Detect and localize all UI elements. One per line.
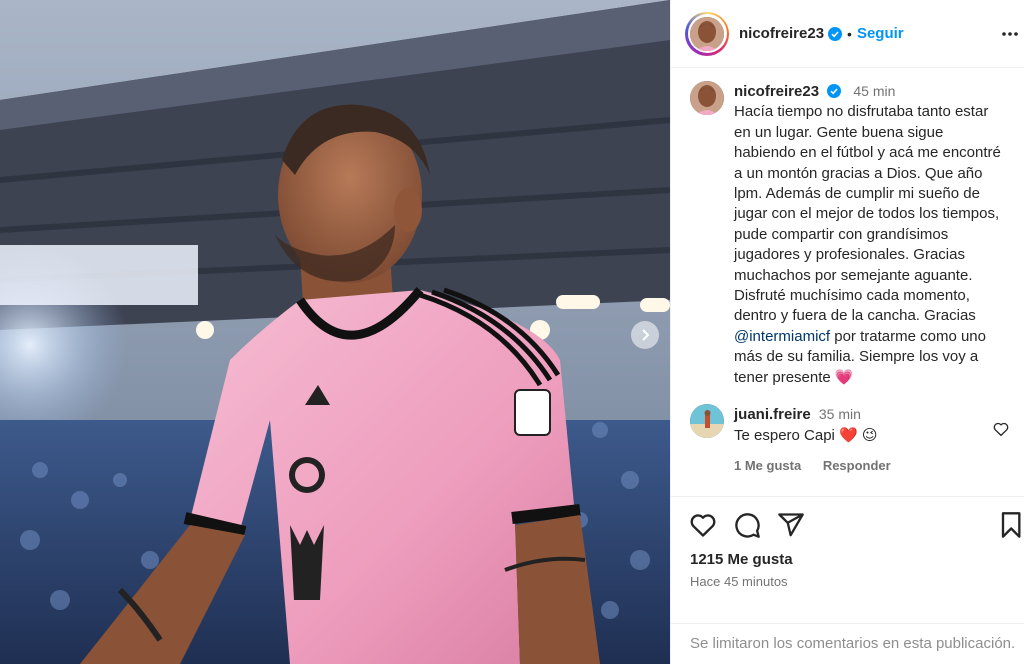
post-timestamp[interactable]: Hace 45 minutos <box>690 574 1024 589</box>
follow-button[interactable]: Seguir <box>857 25 904 42</box>
post-image <box>0 0 670 664</box>
author-avatar-story-ring[interactable] <box>685 11 729 56</box>
post-actions: 1215 Me gusta Hace 45 minutos Se limitar… <box>671 496 1024 664</box>
reply-button[interactable]: Responder <box>823 458 891 473</box>
avatar[interactable] <box>690 404 724 439</box>
comment-text: Te espero Capi ❤️ 😉 <box>734 426 878 444</box>
comment-username[interactable]: juani.freire <box>734 406 811 423</box>
comments-limited-notice: Se limitaron los comentarios en esta pub… <box>671 623 1024 664</box>
heart-icon[interactable] <box>689 511 717 539</box>
verified-icon <box>827 84 842 98</box>
post-photo <box>0 0 670 664</box>
caption-text-part: Hacía tiempo no disfrutaba tanto estar e… <box>734 103 1001 325</box>
next-slide-button[interactable] <box>631 321 659 349</box>
verified-icon <box>828 26 843 41</box>
like-comment-heart-icon[interactable] <box>992 420 1010 438</box>
avatar <box>690 16 724 51</box>
comment-item: juani.freire 35 min Te espero Capi ❤️ 😉 … <box>671 388 1024 476</box>
likes-count[interactable]: 1215 Me gusta <box>690 551 1024 568</box>
comments-list[interactable]: nicofreire23 45 min Hacía tiempo no disf… <box>671 69 1024 491</box>
comment-likes[interactable]: 1 Me gusta <box>734 458 801 473</box>
share-icon[interactable] <box>777 511 805 539</box>
post-details-panel: nicofreire23 • Seguir nicofreire23 45 mi… <box>670 0 1024 664</box>
caption-username[interactable]: nicofreire23 <box>734 83 819 100</box>
comment-icon[interactable] <box>733 511 761 539</box>
caption-time[interactable]: 45 min <box>853 83 895 99</box>
author-username[interactable]: nicofreire23 <box>739 25 824 42</box>
post-header: nicofreire23 • Seguir <box>671 0 1024 68</box>
bookmark-icon[interactable] <box>996 511 1024 539</box>
avatar[interactable] <box>690 81 724 115</box>
chevron-right-icon <box>642 329 650 341</box>
caption-text: Hacía tiempo no disfrutaba tanto estar e… <box>734 102 1006 388</box>
separator-dot: • <box>847 25 852 42</box>
more-options-icon[interactable] <box>998 22 1022 46</box>
comment-time[interactable]: 35 min <box>819 406 861 422</box>
mention-link[interactable]: @intermiamicf <box>734 328 830 345</box>
caption: nicofreire23 45 min Hacía tiempo no disf… <box>671 69 1024 388</box>
